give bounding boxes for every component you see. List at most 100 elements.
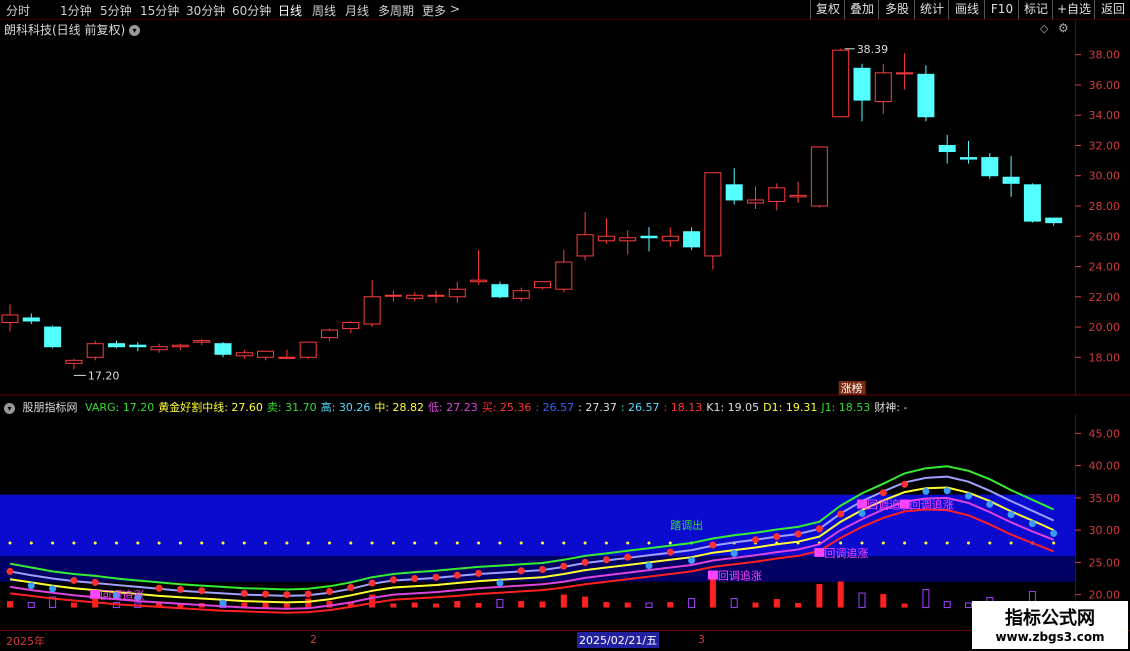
indicator-header: ▾ 股朋指标网 VARG: 17.20 黄金好割中线: 27.60 卖: 31.70… (4, 399, 915, 415)
signal-dot (624, 553, 632, 561)
volume-bar-up (560, 594, 567, 608)
y-tick-label: 20.00 (1089, 321, 1121, 334)
ind-tick-label: 45.00 (1089, 427, 1121, 440)
indicator-value-10: : 18.13 (663, 401, 703, 414)
y-tick-label: 32.00 (1089, 139, 1121, 152)
signal-label: 回调追涨 (824, 546, 868, 560)
tab-fenshi[interactable]: 分时 (6, 2, 30, 19)
candle-body (896, 72, 914, 75)
tab-multi-period[interactable]: 多周期 (378, 2, 414, 19)
more-arrow-icon[interactable]: > (450, 2, 460, 16)
yellow-level-dot (221, 541, 225, 545)
tab-15min[interactable]: 15分钟 (140, 2, 179, 19)
tab-weekly[interactable]: 周线 (312, 2, 336, 19)
yellow-level-dot (988, 541, 992, 545)
yellow-level-dot (498, 541, 502, 545)
signal-dot (27, 582, 35, 590)
signal-dot (176, 585, 184, 593)
signal-dot (453, 571, 461, 579)
candlestick-chart[interactable]: 38.00 36.00 34.00 32.00 30.00 28.00 26.00 24.00… (0, 20, 1130, 396)
candle-body (321, 329, 338, 339)
signal-dot (6, 567, 14, 575)
statistics-button[interactable]: 统计 (914, 0, 949, 19)
signal-dot (70, 576, 78, 584)
signal-dot (49, 585, 57, 593)
yellow-level-dot (647, 541, 651, 545)
main-axis-line (1075, 20, 1076, 396)
y-tick-label: 36.00 (1089, 79, 1121, 92)
indicator-chart[interactable]: 45.0040.0035.0030.0025.0020.00回调追涨回调追涨回调… (0, 414, 1130, 630)
tab-5min[interactable]: 5分钟 (100, 2, 132, 19)
indicator-value-4: 中: 28.82 (374, 401, 425, 414)
yellow-level-dot (1009, 541, 1013, 545)
f10-button[interactable]: F10 (984, 0, 1019, 19)
yellow-level-dot (115, 541, 118, 545)
volume-bar-up (433, 603, 439, 608)
axis-label-month-2: 2 (310, 633, 317, 646)
overlay-button[interactable]: 叠加 (844, 0, 879, 19)
yellow-level-dot (242, 541, 246, 545)
add-watchlist-button[interactable]: +自选 (1052, 0, 1095, 19)
volume-bar-down (27, 602, 35, 609)
yellow-level-dot (541, 541, 544, 545)
volume-bar-up (454, 601, 461, 608)
volume-bar-up (305, 598, 312, 608)
tab-more[interactable]: 更多 (422, 2, 446, 19)
candle-body (555, 261, 573, 290)
signal-dot (389, 576, 397, 584)
indicator-value-8: : 27.37 (578, 401, 617, 414)
volume-bar-up (518, 601, 525, 608)
indicator-toggle-icon[interactable]: ▾ (4, 403, 15, 414)
signal-dot (965, 492, 972, 500)
draw-line-button[interactable]: 画线 (948, 0, 985, 19)
yellow-level-dot (924, 541, 928, 545)
candle-body (640, 235, 658, 239)
yellow-level-dot (839, 541, 843, 545)
volume-bar-up (795, 603, 802, 608)
y-tick-label: 18.00 (1089, 351, 1121, 364)
signal-dot (304, 590, 312, 598)
back-button[interactable]: 返回 (1094, 0, 1130, 19)
tab-1min[interactable]: 1分钟 (60, 2, 92, 19)
ind-tick-label: 20.00 (1089, 589, 1121, 602)
volume-bar-down (922, 589, 930, 609)
volume-bar-down (730, 598, 738, 609)
volume-bar-up (709, 576, 716, 608)
high-price-label: 38.39 (857, 43, 889, 56)
volume-bar-down (965, 602, 972, 609)
candle-body (44, 326, 62, 348)
signal-dot (879, 489, 887, 497)
yellow-level-dot (8, 541, 12, 545)
tab-monthly[interactable]: 月线 (345, 2, 369, 19)
yellow-level-dot (945, 541, 949, 545)
fuquan-button[interactable]: 复权 (810, 0, 845, 19)
tab-daily[interactable]: 日线 (278, 2, 302, 19)
candle-body (832, 49, 850, 118)
tab-60min[interactable]: 60分钟 (232, 2, 271, 19)
indicator-value-7: : 26.57 (535, 401, 575, 414)
yellow-level-dot (200, 541, 204, 545)
candle-body (768, 187, 786, 202)
yellow-level-dot (903, 541, 907, 545)
signal-dot (837, 510, 845, 518)
volume-bar-up (603, 602, 610, 608)
multi-stock-button[interactable]: 多股 (878, 0, 915, 19)
tab-30min[interactable]: 30分钟 (186, 2, 225, 19)
indicator-value-13: J1: 18.53 (821, 401, 871, 414)
indicator-value-6: 买: 25.36 (481, 401, 532, 414)
signal-dot (432, 573, 440, 581)
yellow-level-dot (881, 541, 885, 545)
volume-bar-up (880, 594, 887, 608)
yellow-level-dot (562, 541, 566, 545)
volume-bar-up (475, 603, 482, 608)
volume-bar-up (816, 584, 823, 608)
yellow-level-dot (178, 541, 182, 545)
candle-body (810, 146, 828, 207)
signal-label: 回调追涨 (910, 498, 954, 512)
signal-dot (773, 533, 781, 541)
indicator-value-12: D1: 19.31 (763, 401, 818, 414)
mark-button[interactable]: 标记 (1018, 0, 1053, 19)
indicator-value-5: 低: 27.23 (428, 401, 478, 414)
candle-body (1023, 184, 1041, 222)
signal-marker (857, 499, 867, 509)
